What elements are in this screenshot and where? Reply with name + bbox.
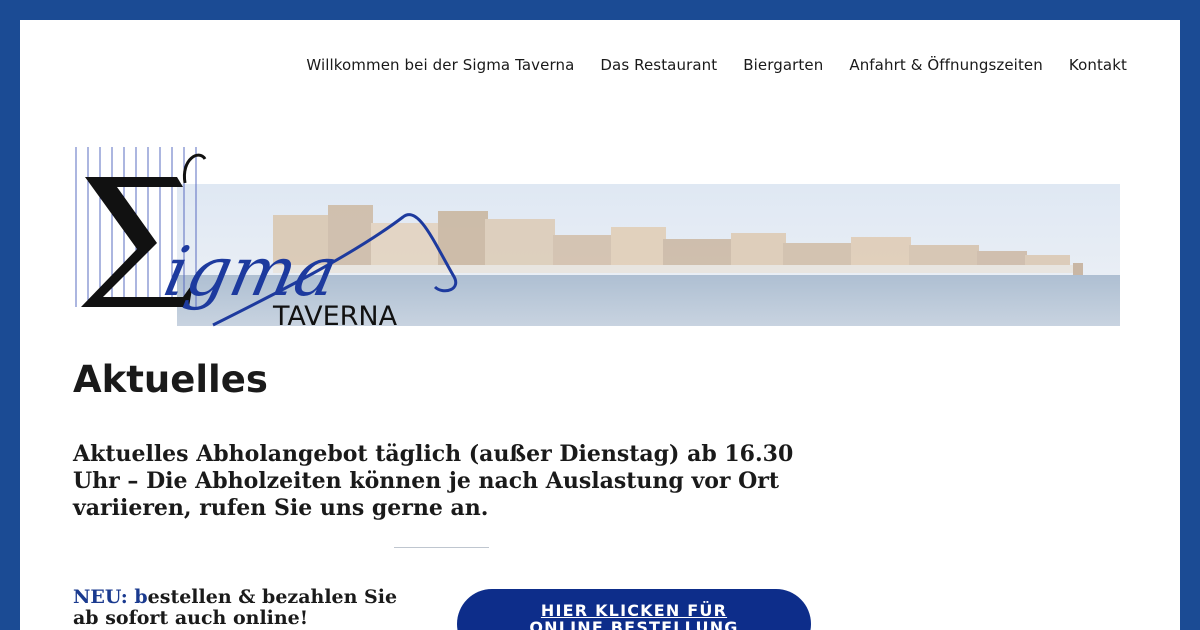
section-divider [394, 547, 489, 548]
page-container: Willkommen bei der Sigma Taverna Das Res… [20, 20, 1180, 630]
main-navigation: Willkommen bei der Sigma Taverna Das Res… [306, 56, 1127, 74]
banner-image: igma TAVERNA [75, 147, 1120, 327]
pickup-offer-headline: Aktuelles Abholangebot täglich (außer Di… [73, 441, 794, 521]
logo-word-text: TAVERNA [272, 301, 398, 327]
online-order-promo: NEU: bestellen & bezahlen Sie ab sofort … [73, 587, 403, 629]
nav-item-welcome[interactable]: Willkommen bei der Sigma Taverna [306, 56, 574, 74]
promo-prefix: NEU: b [73, 586, 148, 608]
nav-item-contact[interactable]: Kontakt [1069, 56, 1127, 74]
nav-item-restaurant[interactable]: Das Restaurant [600, 56, 717, 74]
nav-item-directions-hours[interactable]: Anfahrt & Öffnungszeiten [849, 56, 1043, 74]
online-order-button[interactable]: HIER KLICKEN FÜR ONLINE BESTELLUNG [457, 589, 811, 630]
order-button-line1: HIER KLICKEN FÜR [540, 601, 728, 620]
order-button-line2: ONLINE BESTELLUNG [529, 618, 739, 630]
nav-item-beer-garden[interactable]: Biergarten [743, 56, 823, 74]
header-banner[interactable]: igma TAVERNA [73, 145, 1121, 327]
page-title: Aktuelles [73, 358, 268, 401]
